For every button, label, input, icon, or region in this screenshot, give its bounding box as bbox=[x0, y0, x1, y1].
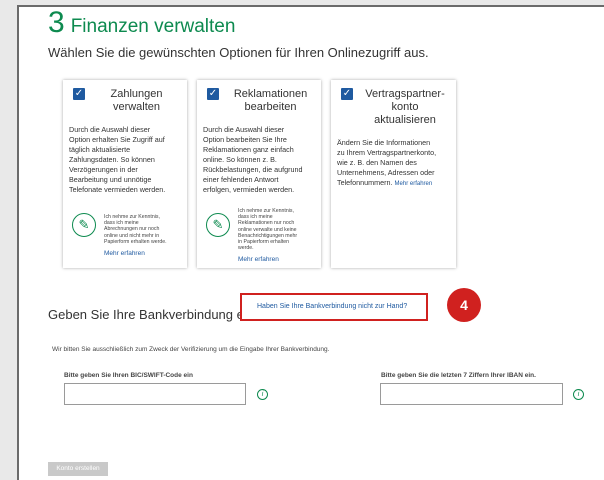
iban-input[interactable] bbox=[380, 383, 563, 405]
checkbox-claims[interactable]: ✓ bbox=[207, 88, 219, 100]
more-link-payments[interactable]: Mehr erfahren bbox=[104, 250, 145, 257]
bic-info-icon[interactable]: i bbox=[257, 389, 268, 400]
step-number: 3 bbox=[48, 6, 65, 39]
card-description: Durch die Auswahl dieser Option bearbeite… bbox=[203, 125, 303, 194]
callout-badge: 4 bbox=[447, 288, 481, 322]
card-title: Reklamationen bearbeiten bbox=[233, 88, 308, 113]
option-card-claims[interactable]: ✓ Reklamationen bearbeiten Durch die Aus… bbox=[197, 80, 321, 268]
bic-input[interactable] bbox=[64, 383, 246, 405]
paperless-icon: ✎ bbox=[72, 213, 96, 237]
step-title-text: Finanzen verwalten bbox=[70, 16, 236, 37]
card-header: ✓ Zahlungen verwalten bbox=[73, 88, 179, 114]
paperless-notice: Ich nehme zur Kenntnis, dass ich meine Abr… bbox=[104, 214, 167, 245]
bic-label: Bitte geben Sie Ihren BIC/SWIFT-Code ein bbox=[64, 372, 193, 379]
option-card-account[interactable]: ✓ Vertragspartner- konto aktualisieren Ä… bbox=[331, 80, 456, 268]
checkbox-payments[interactable]: ✓ bbox=[73, 88, 85, 100]
page-subtitle: Wählen Sie die gewünschten Optionen für … bbox=[48, 45, 429, 60]
card-title: Vertragspartner- konto aktualisieren bbox=[365, 88, 445, 126]
create-account-button[interactable]: Konto erstellen bbox=[48, 462, 108, 476]
iban-label: Bitte geben Sie die letzten 7 Ziffern Ih… bbox=[381, 372, 536, 379]
paperless-notice: Ich nehme zur Kenntnis, dass ich meine Rek… bbox=[238, 208, 298, 252]
card-header: ✓ Vertragspartner- konto aktualisieren bbox=[341, 88, 448, 127]
card-header: ✓ Reklamationen bearbeiten bbox=[207, 88, 313, 114]
more-link-account[interactable]: Mehr erfahren bbox=[395, 181, 433, 187]
verification-notice: Wir bitten Sie ausschließlich zum Zweck … bbox=[52, 346, 330, 353]
card-description: Ändern Sie die Informationen zu Ihrem Ver… bbox=[337, 138, 437, 187]
card-description: Durch die Auswahl dieser Option erhalten … bbox=[69, 125, 166, 194]
more-link-claims[interactable]: Mehr erfahren bbox=[238, 256, 279, 263]
page-title: 3 Finanzen verwalten bbox=[48, 6, 235, 40]
bank-section-title: Geben Sie Ihre Bankverbindung ein. bbox=[48, 307, 258, 322]
paperless-icon: ✎ bbox=[206, 213, 230, 237]
card-title: Zahlungen verwalten bbox=[110, 88, 163, 113]
checkbox-account[interactable]: ✓ bbox=[341, 88, 353, 100]
missing-bank-details-link[interactable]: Haben Sie Ihre Bankverbindung nicht zur … bbox=[240, 293, 428, 321]
option-card-payments[interactable]: ✓ Zahlungen verwalten Durch die Auswahl … bbox=[63, 80, 187, 268]
iban-info-icon[interactable]: i bbox=[573, 389, 584, 400]
